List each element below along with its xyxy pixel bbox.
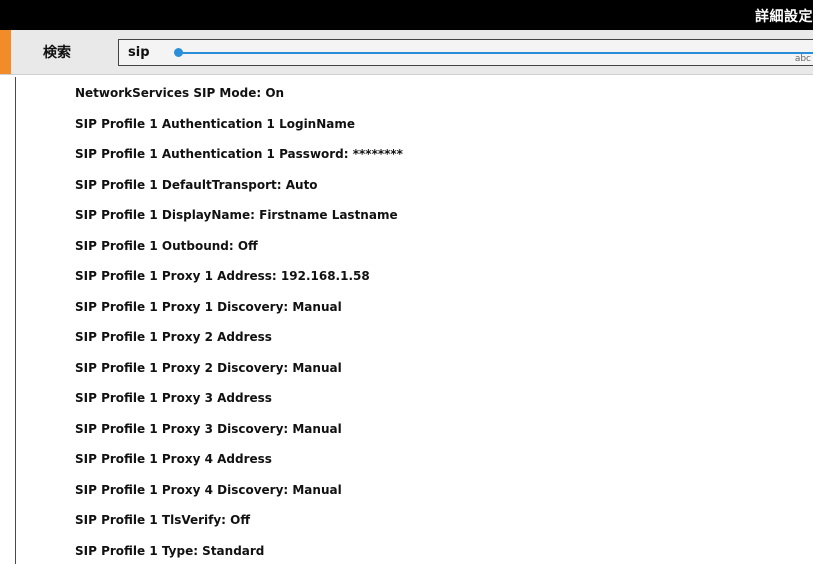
result-item[interactable]: NetworkServices SIP Mode: On xyxy=(75,84,284,102)
result-item[interactable]: SIP Profile 1 Proxy 1 Discovery: Manual xyxy=(75,298,342,316)
search-row: 検索 sip abc xyxy=(0,30,813,75)
result-item[interactable]: SIP Profile 1 Proxy 1 Address: 192.168.1… xyxy=(75,267,370,285)
result-item[interactable]: SIP Profile 1 Authentication 1 LoginName xyxy=(75,115,355,133)
result-item[interactable]: SIP Profile 1 Proxy 4 Discovery: Manual xyxy=(75,481,342,499)
keyboard-mode-hint: abc xyxy=(794,54,811,64)
list-divider xyxy=(15,77,16,564)
result-item[interactable]: SIP Profile 1 Outbound: Off xyxy=(75,237,258,255)
result-item[interactable]: SIP Profile 1 Proxy 2 Address xyxy=(75,328,272,346)
result-item[interactable]: SIP Profile 1 Authentication 1 Password:… xyxy=(75,145,403,163)
search-label: 検索 xyxy=(43,45,71,61)
result-item[interactable]: SIP Profile 1 Proxy 2 Discovery: Manual xyxy=(75,359,342,377)
text-cursor-handle[interactable] xyxy=(174,48,183,57)
title-bar: 詳細設定 xyxy=(0,0,813,30)
result-item[interactable]: SIP Profile 1 Type: Standard xyxy=(75,542,264,560)
result-item[interactable]: SIP Profile 1 Proxy 3 Discovery: Manual xyxy=(75,420,342,438)
result-item[interactable]: SIP Profile 1 Proxy 4 Address xyxy=(75,450,272,468)
result-item[interactable]: SIP Profile 1 Proxy 3 Address xyxy=(75,389,272,407)
text-cursor-track xyxy=(179,52,813,54)
advanced-settings-page: 詳細設定 検索 sip abc NetworkServices SIP Mode… xyxy=(0,0,813,564)
search-input-value: sip xyxy=(128,45,150,60)
result-item[interactable]: SIP Profile 1 TlsVerify: Off xyxy=(75,511,250,529)
page-title: 詳細設定 xyxy=(755,9,813,25)
result-item[interactable]: SIP Profile 1 DefaultTransport: Auto xyxy=(75,176,318,194)
result-item[interactable]: SIP Profile 1 DisplayName: Firstname Las… xyxy=(75,206,398,224)
search-results-list: NetworkServices SIP Mode: On SIP Profile … xyxy=(0,77,813,564)
selection-accent-bar xyxy=(0,30,11,74)
search-input[interactable]: sip abc xyxy=(118,39,813,66)
